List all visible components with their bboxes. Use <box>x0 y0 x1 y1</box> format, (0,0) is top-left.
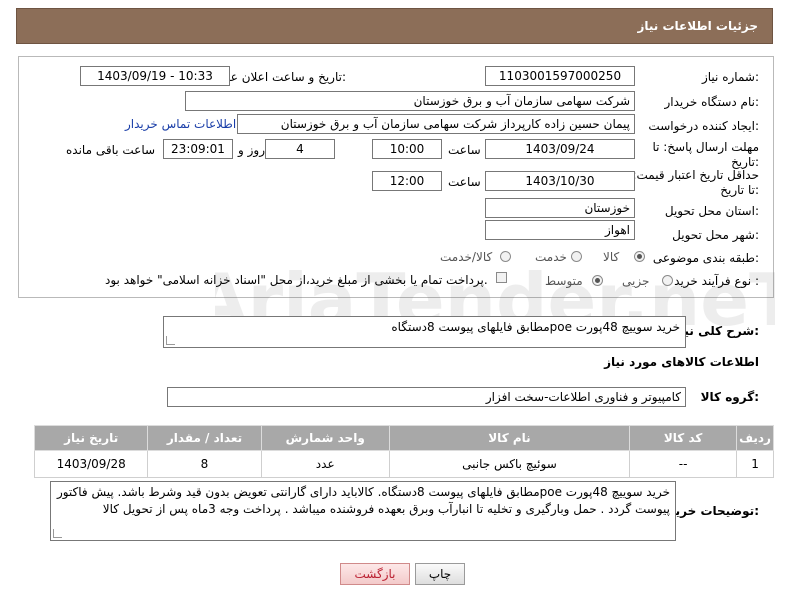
page-header: جزئیات اطلاعات نیاز <box>16 8 773 44</box>
goods-group-label: گروه کالا: <box>700 390 759 404</box>
creator-field: پیمان حسین زاده کارپرداز شرکت سهامی سازم… <box>237 114 635 134</box>
category-option-goods-service: کالا/خدمت <box>440 250 493 264</box>
deadline-time-label: ساعت <box>448 143 481 157</box>
cell-code: -- <box>629 450 738 478</box>
treasury-payment-checkbox[interactable] <box>496 272 507 283</box>
remaining-time-field: 23:09:01 <box>163 139 233 159</box>
validity-label: حداقل تاریخ اعتبار قیمت: تا تاریخ: <box>632 168 759 197</box>
deadline-date-field: 1403/09/24 <box>485 139 635 159</box>
announce-datetime-field: 1403/09/19 - 10:33 <box>80 66 230 86</box>
deadline-label: مهلت ارسال پاسخ: تا تاریخ: <box>652 140 759 169</box>
days-label: روز و <box>238 143 265 157</box>
category-label: طبقه بندی موضوعی: <box>652 251 759 265</box>
city-field: اهواز <box>485 220 635 240</box>
buyer-notes-textarea: خرید سوییچ 48پورت poeمطابق فایلهای پیوست… <box>50 481 676 541</box>
cell-unit: عدد <box>260 450 390 478</box>
process-option-medium: متوسط <box>545 274 583 288</box>
col-header-name: نام کالا <box>388 425 631 451</box>
goods-info-title: اطلاعات کالاهای مورد نیاز <box>604 355 759 369</box>
resize-handle-icon[interactable] <box>53 529 62 538</box>
province-field: خوزستان <box>485 198 635 218</box>
category-option-service: خدمت <box>535 250 567 264</box>
validity-time-label: ساعت <box>448 175 481 189</box>
validity-date-field: 1403/10/30 <box>485 171 635 191</box>
col-header-unit: واحد شمارش <box>260 425 390 451</box>
back-button[interactable]: بازگشت <box>340 563 410 585</box>
category-option-goods: کالا <box>603 250 620 264</box>
page-title: جزئیات اطلاعات نیاز <box>637 19 758 33</box>
validity-time-field: 12:00 <box>372 171 442 191</box>
category-radio-goods[interactable] <box>634 251 645 262</box>
print-button[interactable]: چاپ <box>415 563 465 585</box>
cell-date: 1403/09/28 <box>33 450 149 478</box>
city-label: شهر محل تحویل: <box>672 228 759 242</box>
creator-label: ایجاد کننده درخواست: <box>648 119 759 133</box>
process-label: نوع فرآیند خرید : <box>674 274 759 288</box>
goods-group-field: کامپیوتر و فناوری اطلاعات-سخت افزار <box>167 387 686 407</box>
category-radio-goods-service[interactable] <box>500 251 511 262</box>
treasury-payment-note: پرداخت تمام یا بخشی از مبلغ خرید،از محل … <box>105 273 488 287</box>
items-table: ردیف کد کالا نام کالا واحد شمارش تعداد /… <box>33 425 774 478</box>
process-radio-minor[interactable] <box>662 275 673 286</box>
col-header-date: تاریخ نیاز <box>33 425 149 451</box>
category-radio-service[interactable] <box>571 251 582 262</box>
deadline-time-field: 10:00 <box>372 139 442 159</box>
buyer-notes-text: خرید سوییچ 48پورت poeمطابق فایلهای پیوست… <box>56 485 670 516</box>
col-header-row: ردیف <box>736 425 774 451</box>
cell-qty: 8 <box>147 450 262 478</box>
cell-name: سوئیچ باکس جانبی <box>388 450 631 478</box>
resize-handle-icon[interactable] <box>166 336 175 345</box>
summary-text: خرید سوییچ 48پورت poeمطابق فایلهای پیوست… <box>391 320 680 334</box>
remaining-label: ساعت باقی مانده <box>66 143 156 157</box>
province-label: استان محل تحویل: <box>664 204 759 218</box>
cell-row: 1 <box>736 450 774 478</box>
summary-textarea: خرید سوییچ 48پورت poeمطابق فایلهای پیوست… <box>163 316 686 348</box>
process-radio-medium[interactable] <box>592 275 603 286</box>
need-number-label: شماره نیاز: <box>701 70 759 84</box>
table-header-row: ردیف کد کالا نام کالا واحد شمارش تعداد /… <box>33 425 774 451</box>
need-number-field: 1103001597000250 <box>485 66 635 86</box>
table-row[interactable]: 1 -- سوئیچ باکس جانبی عدد 8 1403/09/28 <box>33 450 774 478</box>
col-header-code: کد کالا <box>629 425 738 451</box>
buyer-org-field: شرکت سهامی سازمان آب و برق خوزستان <box>185 91 635 111</box>
buyer-contact-link[interactable]: اطلاعات تماس خریدار <box>125 117 236 131</box>
days-remaining-field: 4 <box>265 139 335 159</box>
buyer-org-label: نام دستگاه خریدار: <box>664 95 760 109</box>
col-header-qty: تعداد / مقدار <box>147 425 262 451</box>
process-option-minor: جزیی <box>622 274 650 288</box>
